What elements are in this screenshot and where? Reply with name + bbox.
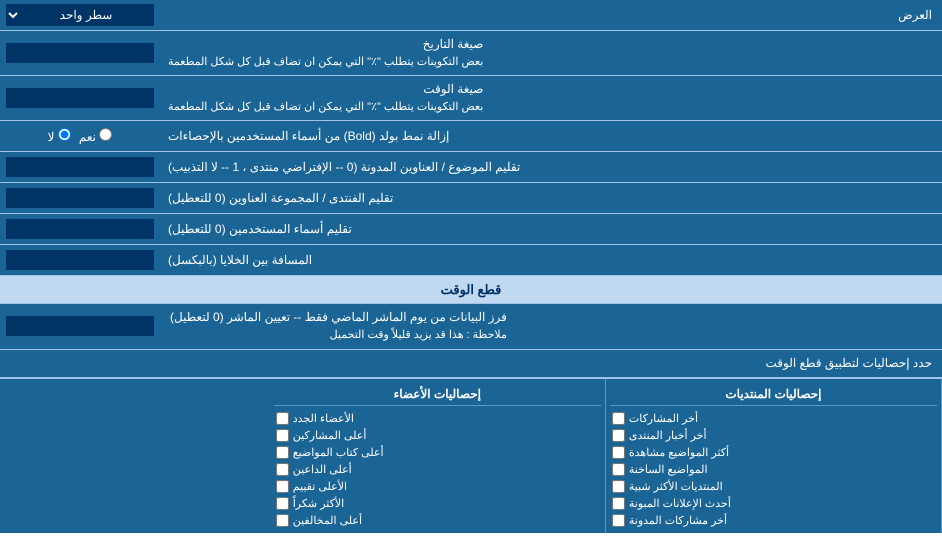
- top-label: العرض: [160, 3, 942, 27]
- time-cut-input[interactable]: 0: [6, 316, 154, 336]
- forum-address-row: تقليم الفنتدى / المجموعة العناوين (0 للت…: [0, 183, 942, 214]
- member-item-1: الأعضاء الجدد: [274, 410, 601, 427]
- forums-stats-col: إحصاليات المنتديات أخر المشاركات أخر أخب…: [606, 379, 942, 533]
- time-format-input-cell: H:i: [0, 76, 160, 120]
- user-names-input-cell: 0: [0, 214, 160, 244]
- statistics-limit-label: حدد إحصاليات لتطبيق قطع الوقت: [0, 352, 942, 374]
- bold-remove-radio-cell: نعم لا: [0, 121, 160, 151]
- member-item-6: الأكثر شكراً: [274, 495, 601, 512]
- members-stats-col: إحصاليات الأعضاء الأعضاء الجدد أعلى المش…: [270, 379, 606, 533]
- radio-no-label: لا: [48, 128, 71, 144]
- member-item-2: أعلى المشاركين: [274, 427, 601, 444]
- forums-stats-title: إحصاليات المنتديات: [610, 383, 937, 406]
- topic-address-label: تقليم الموضوع / العناوين المدونة (0 -- ا…: [160, 152, 942, 182]
- member-check-1[interactable]: [276, 412, 289, 425]
- cell-spacing-label: المسافة بين الخلايا (بالبكسل): [160, 245, 942, 275]
- radio-yes[interactable]: [99, 128, 112, 141]
- time-cut-input-cell: 0: [0, 304, 160, 348]
- date-format-input[interactable]: d-m: [6, 43, 154, 63]
- member-check-4[interactable]: [276, 463, 289, 476]
- forum-item-4: المواضيع الساخنة: [610, 461, 937, 478]
- forum-item-2: أخر أخبار المنتدى: [610, 427, 937, 444]
- forum-item-7: أخر مشاركات المدونة: [610, 512, 937, 529]
- forum-item-5: المنتديات الأكثر شبية: [610, 478, 937, 495]
- member-item-4: أعلى الداعين: [274, 461, 601, 478]
- forum-item-1: أخر المشاركات: [610, 410, 937, 427]
- forum-check-5[interactable]: [612, 480, 625, 493]
- forum-check-1[interactable]: [612, 412, 625, 425]
- bottom-sections: إحصاليات المنتديات أخر المشاركات أخر أخب…: [0, 378, 942, 533]
- forum-item-6: أحدث الإعلانات المبونة: [610, 495, 937, 512]
- time-format-row: صيغة الوقتبعض التكوينات يتطلب "٪" التي ي…: [0, 76, 942, 121]
- forum-check-4[interactable]: [612, 463, 625, 476]
- user-names-input[interactable]: 0: [6, 219, 154, 239]
- bold-remove-row: إزالة نمط بولد (Bold) من أسماء المستخدمي…: [0, 121, 942, 152]
- display-select[interactable]: سطر واحد: [6, 4, 154, 26]
- topic-address-input-cell: 33: [0, 152, 160, 182]
- member-check-2[interactable]: [276, 429, 289, 442]
- topic-address-input[interactable]: 33: [6, 157, 154, 177]
- member-check-5[interactable]: [276, 480, 289, 493]
- date-format-row: صيغة التاريخبعض التكوينات يتطلب "٪" التي…: [0, 31, 942, 76]
- forum-check-2[interactable]: [612, 429, 625, 442]
- user-names-label: تقليم أسماء المستخدمين (0 للتعطيل): [160, 214, 942, 244]
- forum-check-7[interactable]: [612, 514, 625, 527]
- member-check-6[interactable]: [276, 497, 289, 510]
- time-cut-row: فرز البيانات من يوم الماشر الماضي فقط --…: [0, 304, 942, 349]
- bold-remove-label: إزالة نمط بولد (Bold) من أسماء المستخدمي…: [160, 121, 942, 151]
- member-item-3: أعلى كتاب المواضيع: [274, 444, 601, 461]
- topic-address-row: تقليم الموضوع / العناوين المدونة (0 -- ا…: [0, 152, 942, 183]
- time-cut-header: قطع الوقت: [0, 276, 942, 304]
- radio-yes-label: نعم: [79, 128, 112, 144]
- forum-item-3: أكثر المواضيع مشاهدة: [610, 444, 937, 461]
- other-stats-col: [0, 379, 270, 533]
- radio-no[interactable]: [58, 128, 71, 141]
- members-stats-title: إحصاليات الأعضاء: [274, 383, 601, 406]
- forum-address-label: تقليم الفنتدى / المجموعة العناوين (0 للت…: [160, 183, 942, 213]
- forum-check-3[interactable]: [612, 446, 625, 459]
- date-format-input-cell: d-m: [0, 31, 160, 75]
- forum-address-input-cell: 33: [0, 183, 160, 213]
- cell-spacing-input-cell: 2: [0, 245, 160, 275]
- cell-spacing-row: المسافة بين الخلايا (بالبكسل) 2: [0, 245, 942, 276]
- member-item-5: الأعلى تقييم: [274, 478, 601, 495]
- date-format-label: صيغة التاريخبعض التكوينات يتطلب "٪" التي…: [160, 31, 942, 75]
- user-names-row: تقليم أسماء المستخدمين (0 للتعطيل) 0: [0, 214, 942, 245]
- statistics-limit-row: حدد إحصاليات لتطبيق قطع الوقت: [0, 350, 942, 378]
- time-format-label: صيغة الوقتبعض التكوينات يتطلب "٪" التي ي…: [160, 76, 942, 120]
- forum-check-6[interactable]: [612, 497, 625, 510]
- forum-address-input[interactable]: 33: [6, 188, 154, 208]
- time-format-input[interactable]: H:i: [6, 88, 154, 108]
- member-check-3[interactable]: [276, 446, 289, 459]
- top-row: العرض سطر واحد: [0, 0, 942, 31]
- cell-spacing-input[interactable]: 2: [6, 250, 154, 270]
- time-cut-label: فرز البيانات من يوم الماشر الماضي فقط --…: [160, 304, 942, 348]
- member-check-7[interactable]: [276, 514, 289, 527]
- member-item-7: أعلى المخالفين: [274, 512, 601, 529]
- top-select-wrap: سطر واحد: [0, 0, 160, 30]
